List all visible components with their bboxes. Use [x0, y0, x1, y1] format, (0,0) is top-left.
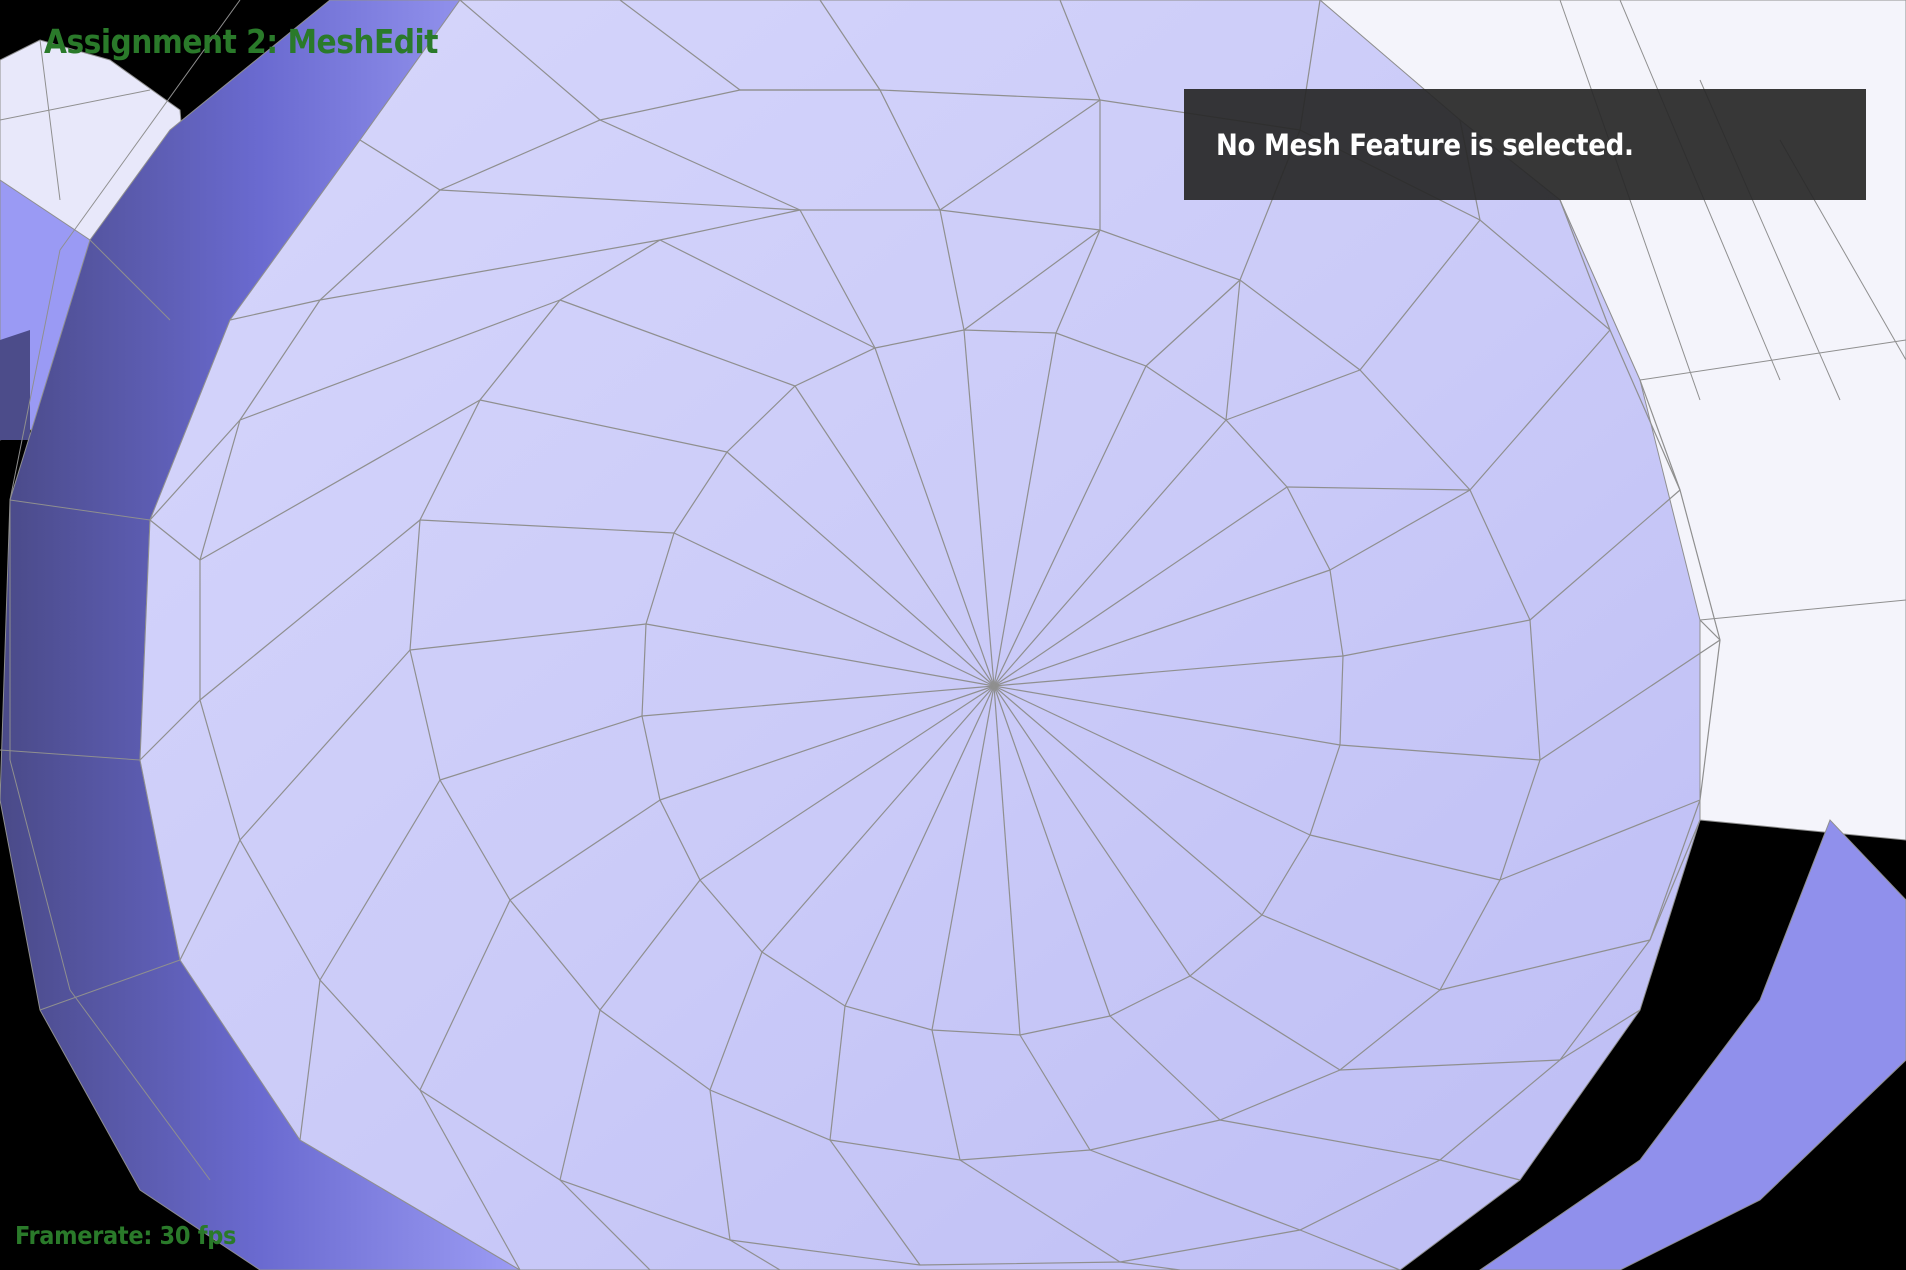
selection-status-text: No Mesh Feature is selected.	[1216, 127, 1634, 162]
app-title: Assignment 2: MeshEdit	[44, 22, 438, 61]
center-vertex	[992, 684, 996, 688]
selection-info-panel: No Mesh Feature is selected.	[1184, 89, 1866, 200]
framerate-readout: Framerate: 30 fps	[15, 1221, 237, 1250]
